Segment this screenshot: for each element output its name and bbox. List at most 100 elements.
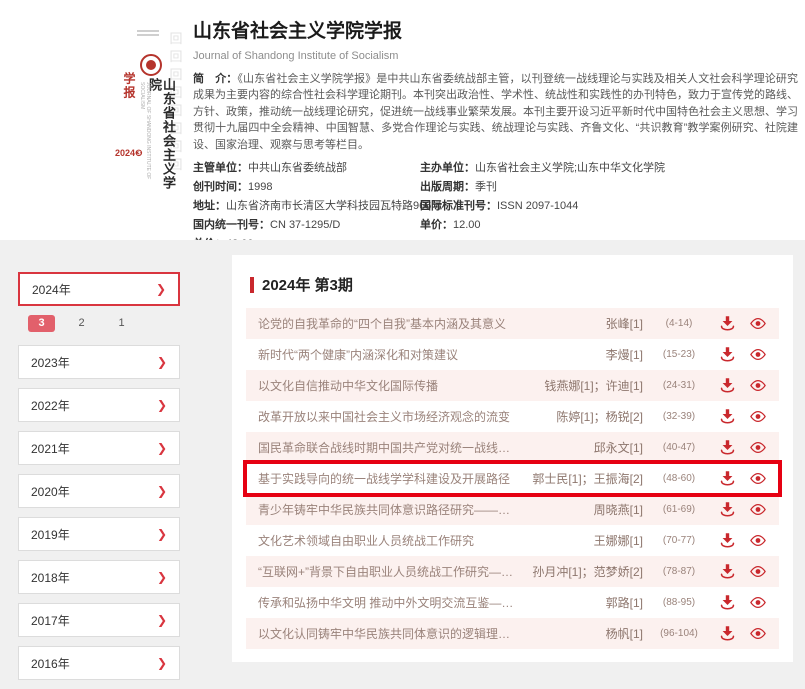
article-title-link[interactable]: 国民革命联合战线时期中国共产党对统一战线的理论探索: [258, 439, 517, 456]
download-icon[interactable]: [718, 594, 736, 612]
meta-label: 地址：: [193, 200, 226, 212]
issue-pill[interactable]: 3: [28, 315, 55, 332]
eye-icon[interactable]: [749, 315, 767, 333]
article-pages: (88-95): [653, 597, 705, 608]
meta-value: 山东省济南市长清区大学科技园瓦特路966号: [226, 200, 442, 212]
article-pages: (70-77): [653, 535, 705, 546]
meta-row: 主办单位：山东省社会主义学院;山东中华文化学院: [420, 162, 790, 174]
article-pages: (24-31): [653, 380, 705, 391]
eye-icon[interactable]: [749, 625, 767, 643]
sidebar-item-year[interactable]: 2020年 ❯: [18, 474, 180, 508]
download-icon[interactable]: [718, 315, 736, 333]
sidebar-item-year[interactable]: 2021年 ❯: [18, 431, 180, 465]
year-label: 2017年: [31, 612, 70, 629]
article-pages: (40-47): [653, 442, 705, 453]
article-title-link[interactable]: 改革开放以来中国社会主义市场经济观念的流变: [258, 408, 517, 425]
journal-info: 山东省社会主义学院学报 Journal of Shandong Institut…: [193, 16, 798, 262]
article-title-link[interactable]: 论党的自我革命的“四个自我”基本内涵及其意义: [258, 315, 517, 332]
year-label: 2016年: [31, 655, 70, 672]
article-pages: (78-87): [653, 566, 705, 577]
year-sidebar: 2024年 ❯ 3 2 1 2023年 ❯ 2022年 ❯ 2021年 ❯ 20…: [18, 272, 180, 689]
article-row: 基于实践导向的统一战线学学科建设及开展路径 郭士民[1]；王振海[2] (48-…: [246, 463, 779, 494]
article-authors[interactable]: 周晓燕[1]: [525, 501, 643, 518]
eye-icon[interactable]: [749, 470, 767, 488]
download-icon[interactable]: [718, 439, 736, 457]
article-title-link[interactable]: 基于实践导向的统一战线学学科建设及开展路径: [258, 470, 517, 487]
eye-icon[interactable]: [749, 501, 767, 519]
eye-icon[interactable]: [749, 377, 767, 395]
article-authors[interactable]: 李熳[1]: [525, 346, 643, 363]
meta-label: 主管单位：: [193, 162, 248, 174]
journal-cover: 回回回回回回回回 山东省社会主义学院 JOURNAL OF SHANDONG I…: [115, 10, 185, 230]
issue-heading: 2024年 第3期: [232, 255, 793, 308]
eye-icon[interactable]: [749, 532, 767, 550]
article-title-link[interactable]: 青少年铸牢中华民族共同体意识路径研究——基于宁夏中小学校的..: [258, 501, 517, 518]
year-label: 2018年: [31, 569, 70, 586]
download-icon[interactable]: [718, 625, 736, 643]
sidebar-item-year[interactable]: 2022年 ❯: [18, 388, 180, 422]
article-authors[interactable]: 郭士民[1]；王振海[2]: [525, 470, 643, 487]
meta-label: 主办单位：: [420, 162, 475, 174]
article-authors[interactable]: 王娜娜[1]: [525, 532, 643, 549]
article-title-link[interactable]: 文化艺术领域自由职业人员统战工作研究: [258, 532, 517, 549]
sidebar-item-year[interactable]: 2019年 ❯: [18, 517, 180, 551]
article-row: 青少年铸牢中华民族共同体意识路径研究——基于宁夏中小学校的.. 周晓燕[1] (…: [246, 494, 779, 525]
meta-row: 主管单位：中共山东省委统战部: [193, 162, 423, 174]
issue-pill[interactable]: 2: [68, 315, 95, 332]
download-icon[interactable]: [718, 563, 736, 581]
chevron-right-icon: ❯: [157, 398, 167, 412]
meta-value: 季刊: [475, 181, 497, 193]
eye-icon[interactable]: [749, 594, 767, 612]
eye-icon[interactable]: [749, 439, 767, 457]
article-pages: (96-104): [653, 628, 705, 639]
article-pages: (61-69): [653, 504, 705, 515]
intro-label: 简 介：: [193, 73, 237, 85]
content-section: 2024年 ❯ 3 2 1 2023年 ❯ 2022年 ❯ 2021年 ❯ 20…: [0, 240, 805, 689]
sidebar-item-year[interactable]: 2018年 ❯: [18, 560, 180, 594]
article-authors[interactable]: 邱永文[1]: [525, 439, 643, 456]
sidebar-item-year-2024[interactable]: 2024年 ❯: [18, 272, 180, 306]
chevron-right-icon: ❯: [157, 570, 167, 584]
article-pages: (15-23): [653, 349, 705, 360]
meta-label: 出版周期：: [420, 181, 475, 193]
article-row: “互联网+”背景下自由职业人员统战工作研究——基于杭州实践的调.. 孙月冲[1]…: [246, 556, 779, 587]
intro-text: 《山东省社会主义学院学报》是中共山东省委统战部主管，以刊登统一战线理论与实践及相…: [193, 73, 798, 151]
article-authors[interactable]: 孙月冲[1]；范梦娇[2]: [525, 563, 643, 580]
chevron-right-icon: ❯: [157, 527, 167, 541]
year-label: 2019年: [31, 526, 70, 543]
download-icon[interactable]: [718, 346, 736, 364]
eye-icon[interactable]: [749, 346, 767, 364]
chevron-right-icon: ❯: [157, 484, 167, 498]
download-icon[interactable]: [718, 532, 736, 550]
download-icon[interactable]: [718, 470, 736, 488]
meta-value: 中共山东省委统战部: [248, 162, 347, 174]
meta-row: 单价：12.00: [420, 219, 790, 231]
journal-subtitle: Journal of Shandong Institute of Sociali…: [193, 50, 798, 62]
article-title-link[interactable]: 新时代“两个健康”内涵深化和对策建议: [258, 346, 517, 363]
article-row: 新时代“两个健康”内涵深化和对策建议 李熳[1] (15-23): [246, 339, 779, 370]
issue-heading-text: 2024年 第3期: [262, 274, 353, 295]
download-icon[interactable]: [718, 408, 736, 426]
article-authors[interactable]: 张峰[1]: [525, 315, 643, 332]
article-row: 改革开放以来中国社会主义市场经济观念的流变 陈婷[1]；杨锐[2] (32-39…: [246, 401, 779, 432]
chevron-right-icon: ❯: [157, 656, 167, 670]
eye-icon[interactable]: [749, 408, 767, 426]
issue-pills: 3 2 1: [28, 315, 180, 332]
sidebar-item-year[interactable]: 2016年 ❯: [18, 646, 180, 680]
article-authors[interactable]: 郭路[1]: [525, 594, 643, 611]
article-authors[interactable]: 钱燕娜[1]；许迪[1]: [525, 377, 643, 394]
download-icon[interactable]: [718, 501, 736, 519]
article-authors[interactable]: 陈婷[1]；杨锐[2]: [525, 408, 643, 425]
article-title-link[interactable]: “互联网+”背景下自由职业人员统战工作研究——基于杭州实践的调..: [258, 563, 517, 580]
article-authors[interactable]: 杨帆[1]: [525, 625, 643, 642]
eye-icon[interactable]: [749, 563, 767, 581]
cover-year-badge: 2024❸: [115, 148, 143, 159]
sidebar-item-year[interactable]: 2023年 ❯: [18, 345, 180, 379]
article-title-link[interactable]: 传承和弘扬中华文明 推动中外文明交流互鉴——2024文化中国·尼山..: [258, 594, 517, 611]
article-title-link[interactable]: 以文化认同铸牢中华民族共同体意识的逻辑理路与实践路径: [258, 625, 517, 642]
sidebar-item-year[interactable]: 2017年 ❯: [18, 603, 180, 637]
meta-row: 地址：山东省济南市长清区大学科技园瓦特路966号: [193, 200, 423, 212]
issue-pill[interactable]: 1: [108, 315, 135, 332]
article-title-link[interactable]: 以文化自信推动中华文化国际传播: [258, 377, 517, 394]
download-icon[interactable]: [718, 377, 736, 395]
